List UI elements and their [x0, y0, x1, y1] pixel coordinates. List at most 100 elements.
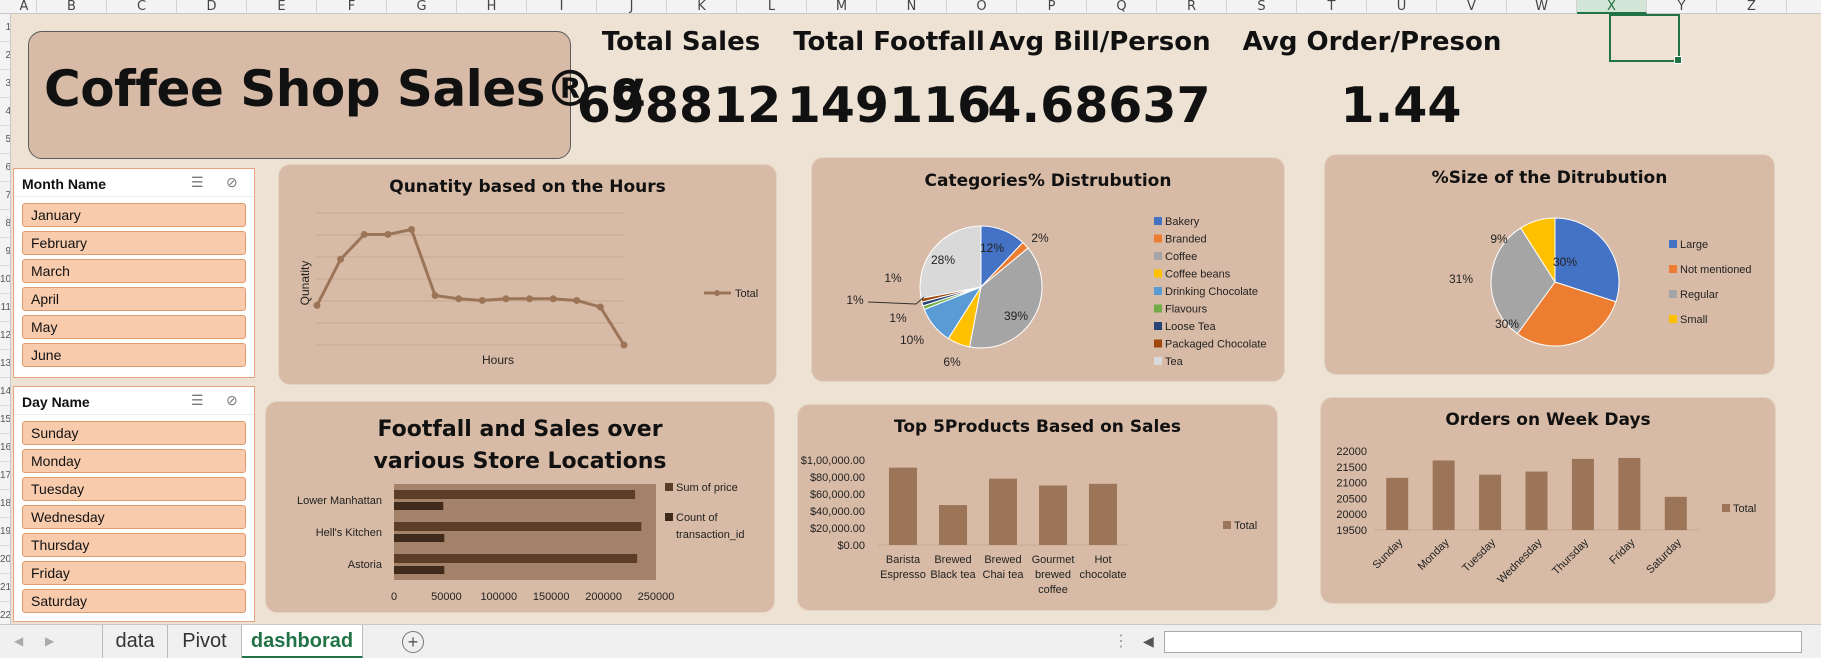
row-header-5[interactable]: 5 [0, 126, 10, 154]
products-bar-chart[interactable]: Top 5Products Based on Sales $0.00 $20,00… [797, 404, 1278, 611]
month-item-june[interactable]: June [22, 343, 246, 367]
column-header-o[interactable]: O [947, 0, 1017, 14]
column-header-y[interactable]: Y [1647, 0, 1717, 14]
category-pie-chart[interactable]: Categories% Distrubution 12% 2% 39% 6% 10% 1%… [811, 157, 1285, 382]
pie-label-2: 31% [1449, 272, 1473, 286]
clear-filter-icon[interactable]: ⊘ [226, 392, 238, 409]
row-header-15[interactable]: 15 [0, 406, 10, 434]
row-header-4[interactable]: 4 [0, 98, 10, 126]
column-header-u[interactable]: U [1367, 0, 1437, 14]
column-header-i[interactable]: I [527, 0, 597, 14]
legend-label-8: Tea [1165, 356, 1184, 368]
column-header-g[interactable]: G [387, 0, 457, 14]
x-tick-label-3-1: brewed [1035, 569, 1071, 581]
column-header-v[interactable]: V [1437, 0, 1507, 14]
sheet-tab-data[interactable]: data [102, 625, 168, 658]
column-header-k[interactable]: K [667, 0, 737, 14]
column-header-m[interactable]: M [807, 0, 877, 14]
scroll-left-icon[interactable]: ◀ [1143, 633, 1154, 650]
y-axis-label: Qunatity [298, 261, 312, 306]
column-header-l[interactable]: L [737, 0, 807, 14]
column-header-n[interactable]: N [877, 0, 947, 14]
multi-select-icon[interactable]: ☰ [191, 392, 204, 409]
day-item-sunday[interactable]: Sunday [22, 421, 246, 445]
row-header-9[interactable]: 9 [0, 238, 10, 266]
x-tick-label-3: Wednesday [1495, 536, 1545, 586]
day-item-tuesday[interactable]: Tuesday [22, 477, 246, 501]
x-tick-label-2-1: Chai tea [983, 569, 1025, 581]
row-header-2[interactable]: 2 [0, 42, 10, 70]
day-item-thursday[interactable]: Thursday [22, 533, 246, 557]
row-header-17[interactable]: 17 [0, 462, 10, 490]
row-header-13[interactable]: 13 [0, 350, 10, 378]
day-item-saturday[interactable]: Saturday [22, 589, 246, 613]
day-item-wednesday[interactable]: Wednesday [22, 505, 246, 529]
row-header-21[interactable]: 21 [0, 574, 10, 602]
x-tick-label-6: Saturday [1644, 536, 1684, 576]
data-point-6 [455, 295, 463, 303]
legend-label-3: Small [1680, 314, 1708, 326]
next-sheet-icon[interactable]: ▶ [45, 634, 54, 648]
bar-2 [1479, 474, 1502, 530]
add-sheet-button[interactable]: + [402, 631, 424, 653]
column-header-z[interactable]: Z [1717, 0, 1787, 14]
row-header-14[interactable]: 14 [0, 378, 10, 406]
column-header-x[interactable]: X [1577, 0, 1647, 14]
selected-cell[interactable] [1609, 14, 1682, 64]
row-header-3[interactable]: 3 [0, 70, 10, 98]
legend-swatch-1 [1154, 234, 1162, 243]
weekday-bar-chart[interactable]: Orders on Week Days 19500 20000 20500 21000… [1320, 397, 1776, 604]
column-header-j[interactable]: J [597, 0, 667, 14]
row-header-8[interactable]: 8 [0, 210, 10, 238]
splitter-handle-icon[interactable]: ⋮ [1113, 631, 1129, 651]
month-item-january[interactable]: January [22, 203, 246, 227]
row-header-22[interactable]: 22 [0, 602, 10, 624]
row-header-7[interactable]: 7 [0, 182, 10, 210]
kpi-total-sales-label: Total Sales [601, 27, 761, 57]
row-header-18[interactable]: 18 [0, 490, 10, 518]
legend-label-total: Total [1733, 503, 1756, 515]
horizontal-scrollbar[interactable] [1164, 631, 1802, 653]
column-header-s[interactable]: S [1227, 0, 1297, 14]
column-header-w[interactable]: W [1507, 0, 1577, 14]
column-header-c[interactable]: C [107, 0, 177, 14]
column-header-a[interactable]: A [12, 0, 37, 14]
day-item-monday[interactable]: Monday [22, 449, 246, 473]
column-header-h[interactable]: H [457, 0, 527, 14]
column-header-q[interactable]: Q [1087, 0, 1157, 14]
column-header-b[interactable]: B [37, 0, 107, 14]
hours-line-chart[interactable]: Qunatity based on the Hours Qunatity Hour… [278, 164, 777, 385]
row-header-12[interactable]: 12 [0, 322, 10, 350]
legend-swatch-4 [1154, 287, 1162, 295]
day-slicer[interactable]: Day Name ☰ ⊘ Sunday Monday Tuesday Wedne… [13, 386, 255, 622]
column-header-r[interactable]: R [1157, 0, 1227, 14]
pie-label-2: 39% [1004, 309, 1028, 323]
x-tick-label-2: Tuesday [1460, 536, 1498, 574]
month-item-march[interactable]: March [22, 259, 246, 283]
size-pie-chart[interactable]: %Size of the Ditrubution 30% 30% 31% 9% Larg… [1324, 154, 1775, 375]
row-header-11[interactable]: 11 [0, 294, 10, 322]
row-header-16[interactable]: 16 [0, 434, 10, 462]
row-header-6[interactable]: 6 [0, 154, 10, 182]
column-header-e[interactable]: E [247, 0, 317, 14]
prev-sheet-icon[interactable]: ◀ [14, 634, 23, 648]
sheet-tab-pivot[interactable]: Pivot [168, 625, 242, 658]
clear-filter-icon[interactable]: ⊘ [226, 174, 238, 191]
series-line-total [315, 227, 626, 346]
month-slicer[interactable]: Month Name ☰ ⊘ January February March Ap… [13, 168, 255, 378]
day-item-friday[interactable]: Friday [22, 561, 246, 585]
column-header-t[interactable]: T [1297, 0, 1367, 14]
row-header-20[interactable]: 20 [0, 546, 10, 574]
row-header-10[interactable]: 10 [0, 266, 10, 294]
month-item-february[interactable]: February [22, 231, 246, 255]
sheet-tab-dashboard[interactable]: dashborad [242, 625, 363, 658]
column-header-f[interactable]: F [317, 0, 387, 14]
store-bar-chart[interactable]: Footfall and Sales over various Store Lo… [265, 401, 775, 613]
month-item-may[interactable]: May [22, 315, 246, 339]
column-header-p[interactable]: P [1017, 0, 1087, 14]
row-header-19[interactable]: 19 [0, 518, 10, 546]
row-header-1[interactable]: 1 [0, 14, 10, 42]
month-item-april[interactable]: April [22, 287, 246, 311]
column-header-d[interactable]: D [177, 0, 247, 14]
multi-select-icon[interactable]: ☰ [191, 174, 204, 191]
